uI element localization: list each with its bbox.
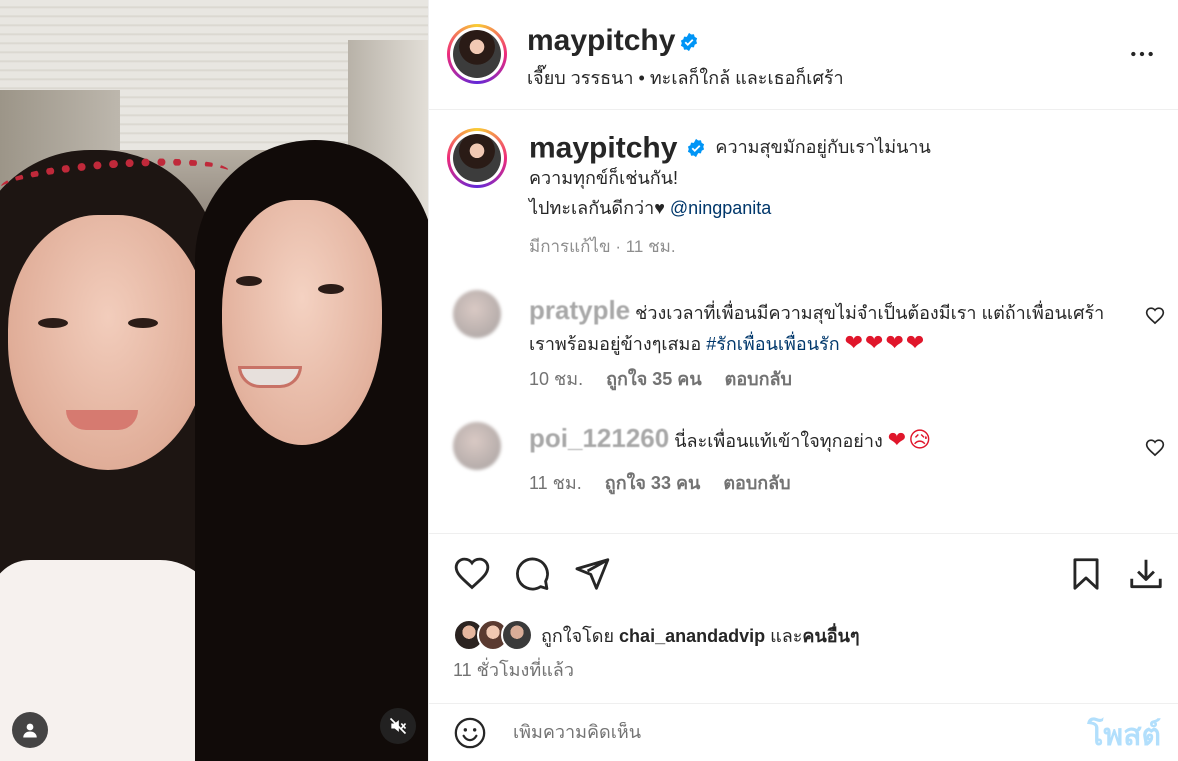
liker-username[interactable]: chai_anandadvip <box>619 626 765 646</box>
comment-like-heart-icon[interactable] <box>1145 306 1165 326</box>
reply-button[interactable]: ตอบกลับ <box>723 473 790 493</box>
like-heart-icon[interactable] <box>453 555 491 593</box>
emoji-icon[interactable] <box>453 716 487 750</box>
comment-meta: 11 ชม. ถูกใจ 33 คน ตอบกลับ <box>529 468 809 497</box>
liked-by-text: ถูกใจโดย chai_anandadvip และคนอื่นๆ <box>541 625 860 646</box>
caption-line-2: ความทุกข์ก็เช่นกัน! <box>529 168 678 189</box>
comment-body: นี่ละเพื่อนแท้เข้าใจทุกอย่าง <box>674 431 883 451</box>
caption-avatar[interactable] <box>447 128 507 188</box>
verified-badge-icon <box>680 32 698 52</box>
comment-input[interactable] <box>513 722 1033 743</box>
comment-emoji: ❤😥 <box>887 427 934 452</box>
caption-username[interactable]: maypitchy <box>529 131 677 164</box>
caption-line-1: ความสุขมักอยู่กับเราไม่นาน <box>715 137 931 157</box>
comment-meta: 10 ชม. ถูกใจ 35 คน ตอบกลับ <box>529 364 810 393</box>
caption-mention[interactable]: @ningpanita <box>670 198 771 218</box>
audio-subtitle[interactable]: เจี๊ยบ วรรธนา • ทะเลก็ใกล้ และเธอก็เศร้า <box>527 63 844 92</box>
commenter-avatar[interactable] <box>453 290 501 338</box>
caption-meta: มีการแก้ไข · 11 ชม. <box>529 237 676 256</box>
likes-others-link[interactable]: คนอื่นๆ <box>802 626 859 646</box>
comment-text: pratyple ช่วงเวลาที่เพื่อนมีความสุขไม่จำ… <box>529 296 1109 359</box>
post-header: maypitchy เจี๊ยบ วรรธนา • ทะเลก็ใกล้ และ… <box>429 0 1178 110</box>
add-comment-bar: โพสต์ <box>429 703 1178 761</box>
liker-avatars[interactable] <box>453 619 533 651</box>
download-icon[interactable] <box>1127 555 1165 593</box>
post-photo[interactable] <box>0 0 428 761</box>
commenter-username[interactable]: pratyple <box>529 295 630 325</box>
post-sidebar: maypitchy เจี๊ยบ วรรธนา • ทะเลก็ใกล้ และ… <box>428 0 1178 761</box>
divider <box>429 533 1178 534</box>
muted-speaker-icon <box>389 717 407 735</box>
post-timestamp[interactable]: 11 ชั่วโมงที่แล้ว <box>453 655 574 684</box>
comment-bubble-icon[interactable] <box>513 555 551 593</box>
author-username[interactable]: maypitchy <box>527 24 675 58</box>
comment-emoji: ❤❤❤❤ <box>844 330 927 355</box>
caption-text: maypitchy ความสุขมักอยู่กับเราไม่นาน ควา… <box>529 132 1129 223</box>
user-tag-icon <box>23 723 37 738</box>
save-bookmark-icon[interactable] <box>1067 555 1105 593</box>
author-avatar[interactable] <box>447 24 507 84</box>
verified-badge-icon <box>688 139 705 158</box>
comment-time: 11 ชม. <box>529 473 582 493</box>
comment-text: poi_121260 นี่ละเพื่อนแท้เข้าใจทุกอย่าง … <box>529 424 1109 456</box>
share-send-icon[interactable] <box>573 555 611 593</box>
comment-likes[interactable]: ถูกใจ 35 คน <box>606 369 702 389</box>
tagged-users-button[interactable] <box>12 712 48 748</box>
comment-likes[interactable]: ถูกใจ 33 คน <box>605 473 701 493</box>
liked-by-row: ถูกใจโดย chai_anandadvip และคนอื่นๆ <box>453 618 860 652</box>
commenter-username[interactable]: poi_121260 <box>529 423 669 453</box>
comment-time: 10 ชม. <box>529 369 584 389</box>
post-comment-button[interactable]: โพสต์ <box>1087 712 1161 759</box>
caption-line-3: ไปทะเลกันดีกว่า♥ <box>529 198 665 219</box>
comment-like-heart-icon[interactable] <box>1145 438 1165 458</box>
more-options-icon[interactable] <box>1129 41 1155 67</box>
mute-toggle-button[interactable] <box>380 708 416 744</box>
reply-button[interactable]: ตอบกลับ <box>725 369 792 389</box>
commenter-avatar[interactable] <box>453 422 501 470</box>
comment-hashtag[interactable]: #รักเพื่อนเพื่อนรัก <box>706 334 839 354</box>
